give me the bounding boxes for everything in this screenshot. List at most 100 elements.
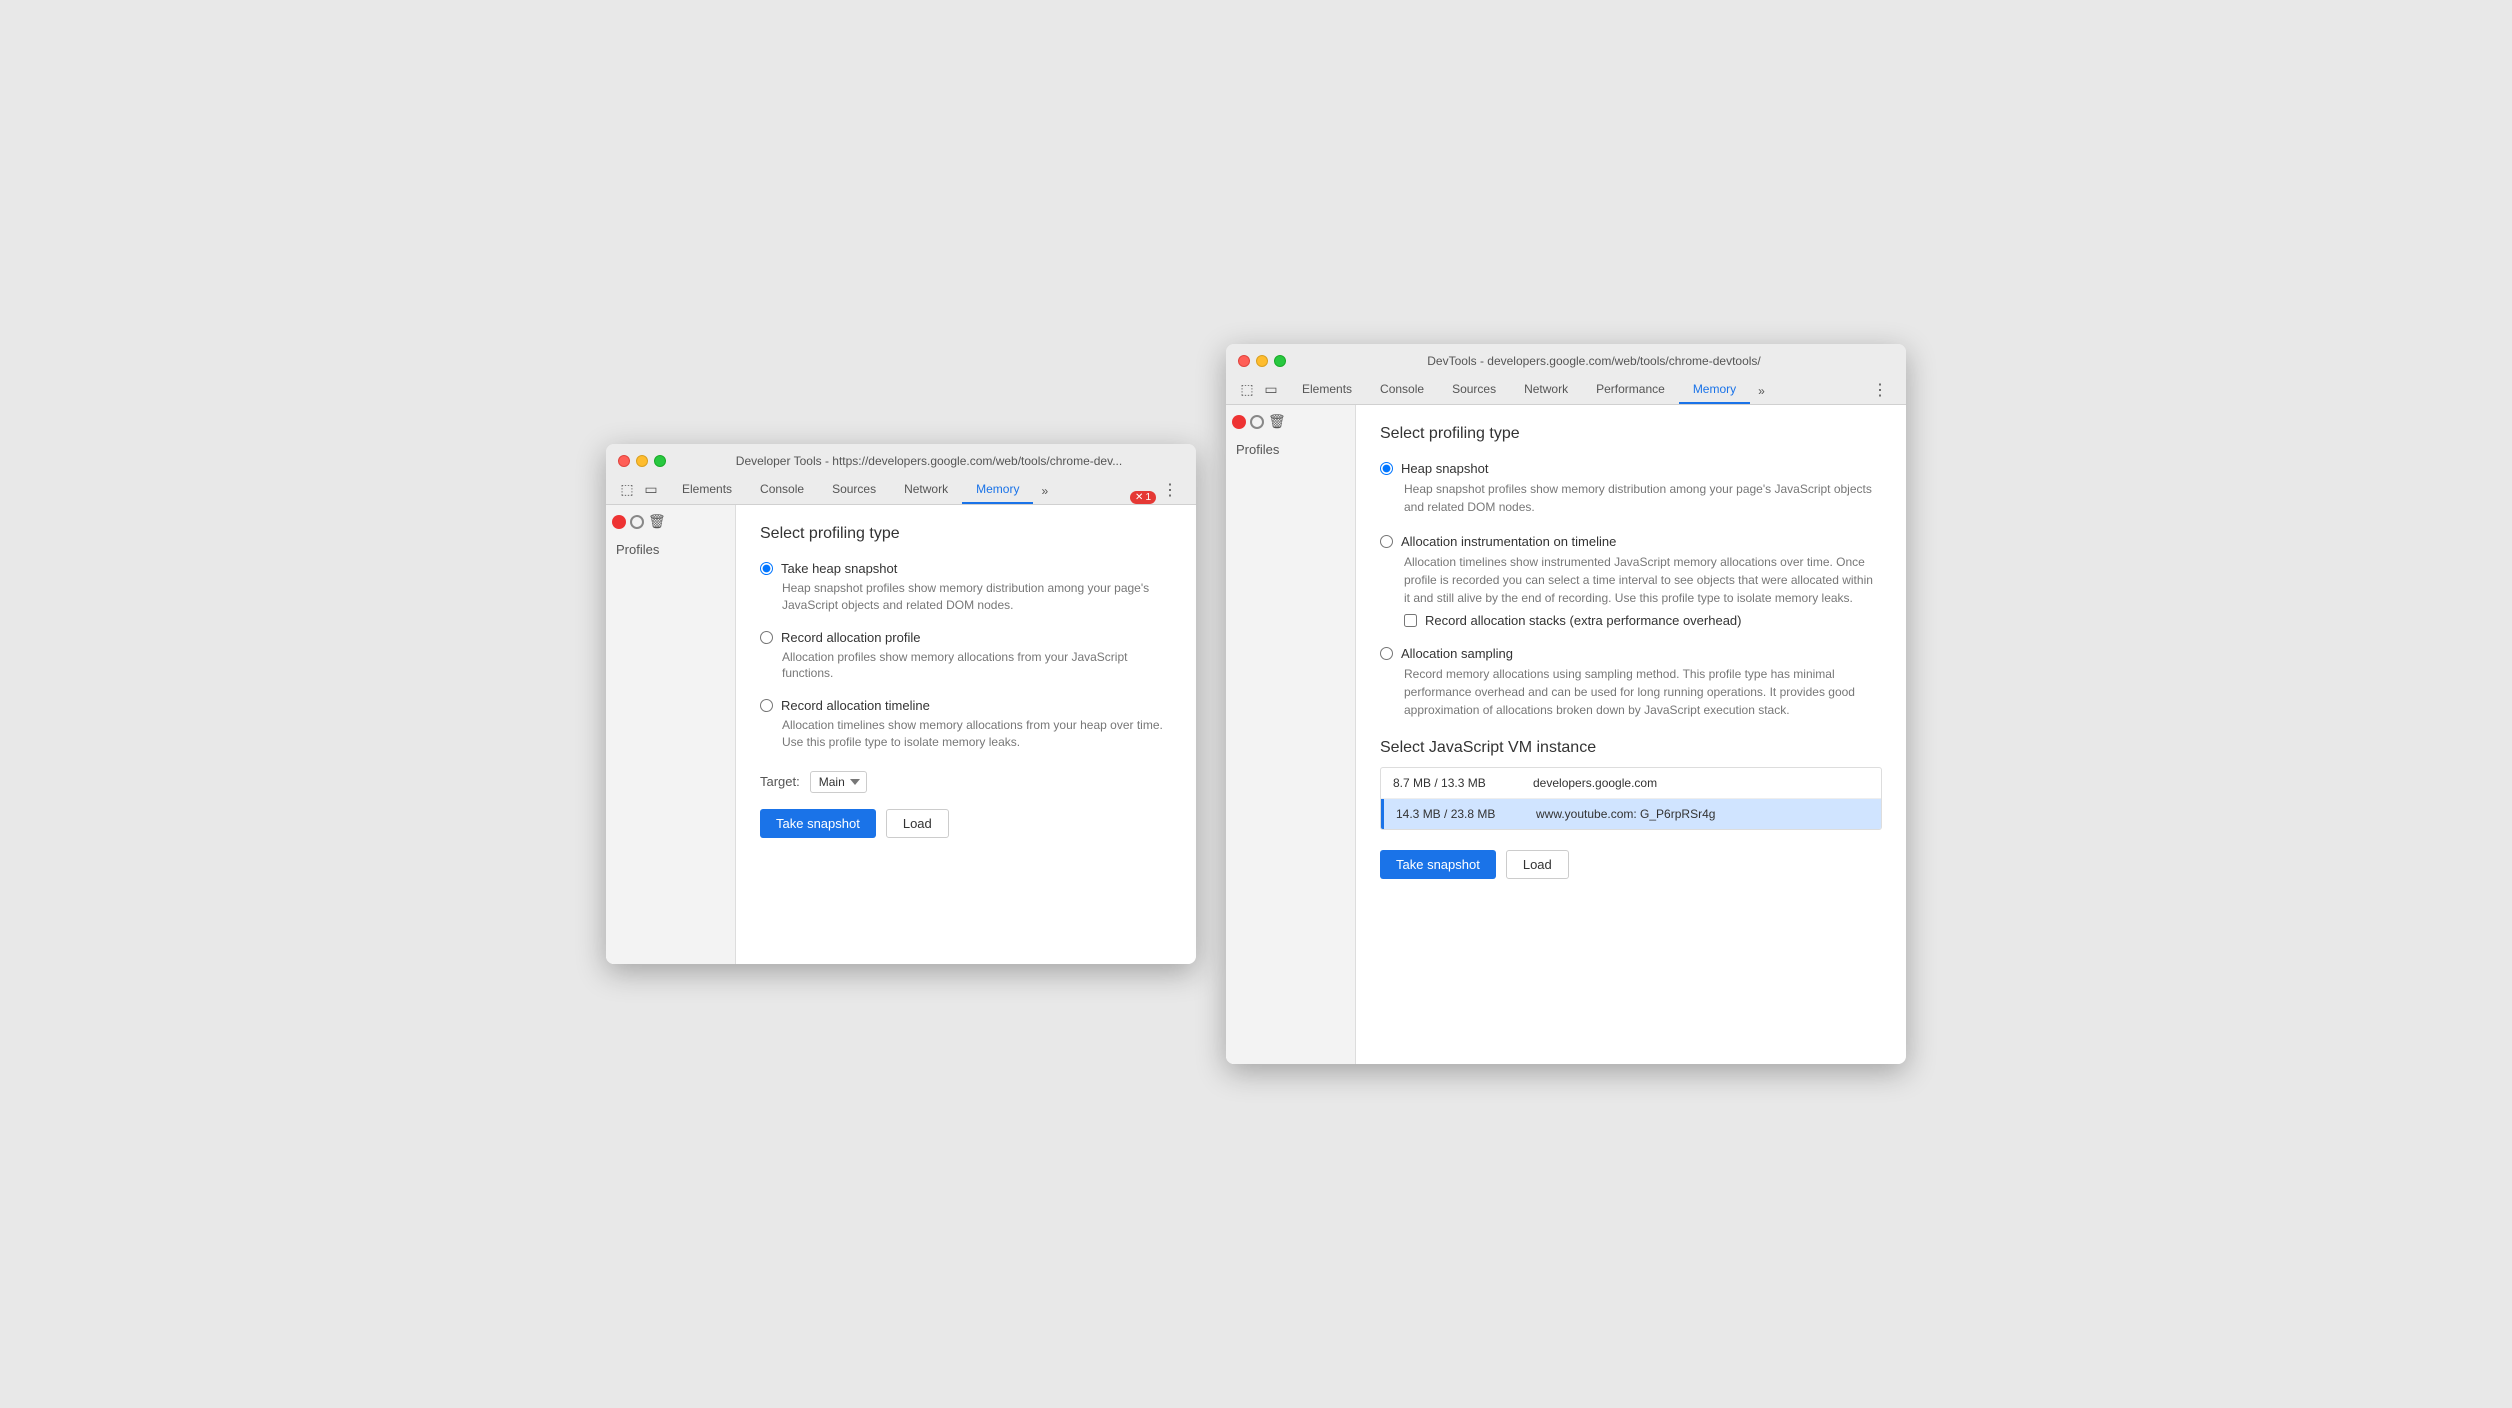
action-buttons-2: Take snapshot Load	[1380, 850, 1882, 879]
target-select-1[interactable]: Main	[810, 771, 867, 793]
tab-sources-2[interactable]: Sources	[1438, 376, 1510, 404]
radio-alloc-sampling-2[interactable]	[1380, 647, 1393, 660]
tab-console-2[interactable]: Console	[1366, 376, 1438, 404]
sidebar-toolbar-1: 🗑	[606, 509, 735, 534]
record-button-2[interactable]	[1232, 415, 1246, 429]
option-desc-heap-1: Heap snapshot profiles show memory distr…	[782, 580, 1172, 614]
record-button-1[interactable]	[612, 515, 626, 529]
minimize-button-2[interactable]	[1256, 355, 1268, 367]
tab-elements-2[interactable]: Elements	[1288, 376, 1366, 404]
option-label-timeline-1[interactable]: Record allocation timeline	[760, 698, 1172, 713]
sidebar-2: 🗑 Profiles	[1226, 405, 1356, 1064]
action-buttons-1: Take snapshot Load	[760, 809, 1172, 838]
stop-button-2[interactable]	[1250, 415, 1264, 429]
tabs-bar-1: ⬚ ▭ Elements Console Sources Network Mem…	[618, 476, 1184, 504]
sub-checkbox-label-2[interactable]: Record allocation stacks (extra performa…	[1404, 613, 1882, 628]
option-label-alloc-1[interactable]: Record allocation profile	[760, 630, 1172, 645]
window-title-2: DevTools - developers.google.com/web/too…	[1294, 354, 1894, 368]
tab-console-1[interactable]: Console	[746, 476, 818, 504]
profiling-options-2: Heap snapshot Heap snapshot profiles sho…	[1380, 461, 1882, 719]
minimize-button-1[interactable]	[636, 455, 648, 467]
target-row-1: Target: Main	[760, 771, 1172, 793]
desc-heap-2: Heap snapshot profiles show memory distr…	[1404, 480, 1882, 516]
maximize-button-2[interactable]	[1274, 355, 1286, 367]
sidebar-toolbar-2: 🗑	[1226, 409, 1355, 434]
vm-row-0[interactable]: 8.7 MB / 13.3 MB developers.google.com	[1381, 768, 1881, 799]
vm-memory-0: 8.7 MB / 13.3 MB	[1393, 776, 1513, 790]
option-alloc-profile-1: Record allocation profile Allocation pro…	[760, 630, 1172, 683]
tab-more-1[interactable]: »	[1033, 478, 1056, 504]
option-heap-2: Heap snapshot Heap snapshot profiles sho…	[1380, 461, 1882, 516]
clear-icon-2[interactable]: 🗑	[1268, 413, 1286, 430]
sidebar-profiles-2[interactable]: Profiles	[1226, 436, 1355, 463]
devtools-window-1: Developer Tools - https://developers.goo…	[606, 444, 1196, 964]
desc-alloc-sampling-2: Record memory allocations using sampling…	[1404, 665, 1882, 719]
section-title-1: Select profiling type	[760, 525, 1172, 543]
traffic-lights-1	[618, 455, 666, 467]
devtools-window-2: DevTools - developers.google.com/web/too…	[1226, 344, 1906, 1064]
option-label-heap-1[interactable]: Take heap snapshot	[760, 561, 1172, 576]
tab-network-1[interactable]: Network	[890, 476, 962, 504]
tabs-bar-2: ⬚ ▭ Elements Console Sources Network Per…	[1238, 376, 1894, 404]
radio-alloc-inst-2[interactable]	[1380, 535, 1393, 548]
option-heap-snapshot-1: Take heap snapshot Heap snapshot profile…	[760, 561, 1172, 614]
traffic-lights-2	[1238, 355, 1286, 367]
radio-heap-2[interactable]	[1380, 462, 1393, 475]
radio-timeline-1[interactable]	[760, 699, 773, 712]
take-snapshot-button-1[interactable]: Take snapshot	[760, 809, 876, 838]
label-alloc-sampling-2[interactable]: Allocation sampling	[1380, 646, 1882, 661]
load-button-1[interactable]: Load	[886, 809, 949, 838]
vm-name-0: developers.google.com	[1533, 776, 1657, 790]
main-panel-1: Select profiling type Take heap snapshot…	[736, 505, 1196, 964]
option-alloc-inst-2: Allocation instrumentation on timeline A…	[1380, 534, 1882, 628]
desc-alloc-inst-2: Allocation timelines show instrumented J…	[1404, 553, 1882, 607]
sidebar-1: 🗑 Profiles	[606, 505, 736, 964]
stop-button-1[interactable]	[630, 515, 644, 529]
vm-name-1: www.youtube.com: G_P6rpRSr4g	[1536, 807, 1715, 821]
section-title-2: Select profiling type	[1380, 425, 1882, 443]
radio-heap-1[interactable]	[760, 562, 773, 575]
vm-section-title: Select JavaScript VM instance	[1380, 739, 1882, 757]
vm-row-1[interactable]: 14.3 MB / 23.8 MB www.youtube.com: G_P6r…	[1381, 799, 1881, 829]
toolbar-icons-2: ⬚ ▭	[1238, 380, 1280, 404]
inspect-icon-2[interactable]: ⬚	[1238, 380, 1256, 398]
option-desc-timeline-1: Allocation timelines show memory allocat…	[782, 717, 1172, 751]
main-panel-2: Select profiling type Heap snapshot Heap…	[1356, 405, 1906, 1064]
titlebar-2: DevTools - developers.google.com/web/too…	[1226, 344, 1906, 405]
load-button-2[interactable]: Load	[1506, 850, 1569, 879]
take-snapshot-button-2[interactable]: Take snapshot	[1380, 850, 1496, 879]
menu-icon-1[interactable]: ⋮	[1156, 476, 1184, 504]
close-button-1[interactable]	[618, 455, 630, 467]
vm-table: 8.7 MB / 13.3 MB developers.google.com 1…	[1380, 767, 1882, 830]
clear-icon-1[interactable]: 🗑	[648, 513, 666, 530]
maximize-button-1[interactable]	[654, 455, 666, 467]
tab-sources-1[interactable]: Sources	[818, 476, 890, 504]
window-title-1: Developer Tools - https://developers.goo…	[674, 454, 1184, 468]
option-alloc-timeline-1: Record allocation timeline Allocation ti…	[760, 698, 1172, 751]
radio-alloc-1[interactable]	[760, 631, 773, 644]
alloc-stacks-checkbox[interactable]	[1404, 614, 1417, 627]
option-desc-alloc-1: Allocation profiles show memory allocati…	[782, 649, 1172, 683]
label-heap-2[interactable]: Heap snapshot	[1380, 461, 1882, 476]
tab-memory-1[interactable]: Memory	[962, 476, 1033, 504]
tab-performance-2[interactable]: Performance	[1582, 376, 1679, 404]
device-icon[interactable]: ▭	[642, 480, 660, 498]
device-icon-2[interactable]: ▭	[1262, 380, 1280, 398]
option-alloc-sampling-2: Allocation sampling Record memory alloca…	[1380, 646, 1882, 719]
devtools-body-1: 🗑 Profiles Select profiling type Take he…	[606, 505, 1196, 964]
toolbar-icons-1: ⬚ ▭	[618, 480, 660, 504]
devtools-body-2: 🗑 Profiles Select profiling type Heap sn…	[1226, 405, 1906, 1064]
tab-network-2[interactable]: Network	[1510, 376, 1582, 404]
tab-memory-2[interactable]: Memory	[1679, 376, 1750, 404]
menu-icon-2[interactable]: ⋮	[1866, 376, 1894, 404]
tab-more-2[interactable]: »	[1750, 378, 1773, 404]
close-button-2[interactable]	[1238, 355, 1250, 367]
inspect-icon[interactable]: ⬚	[618, 480, 636, 498]
error-badge: ✕1	[1130, 491, 1156, 504]
sidebar-profiles-1[interactable]: Profiles	[606, 536, 735, 563]
titlebar-1: Developer Tools - https://developers.goo…	[606, 444, 1196, 505]
vm-memory-1: 14.3 MB / 23.8 MB	[1396, 807, 1516, 821]
target-label-1: Target:	[760, 774, 800, 789]
label-alloc-inst-2[interactable]: Allocation instrumentation on timeline	[1380, 534, 1882, 549]
tab-elements-1[interactable]: Elements	[668, 476, 746, 504]
